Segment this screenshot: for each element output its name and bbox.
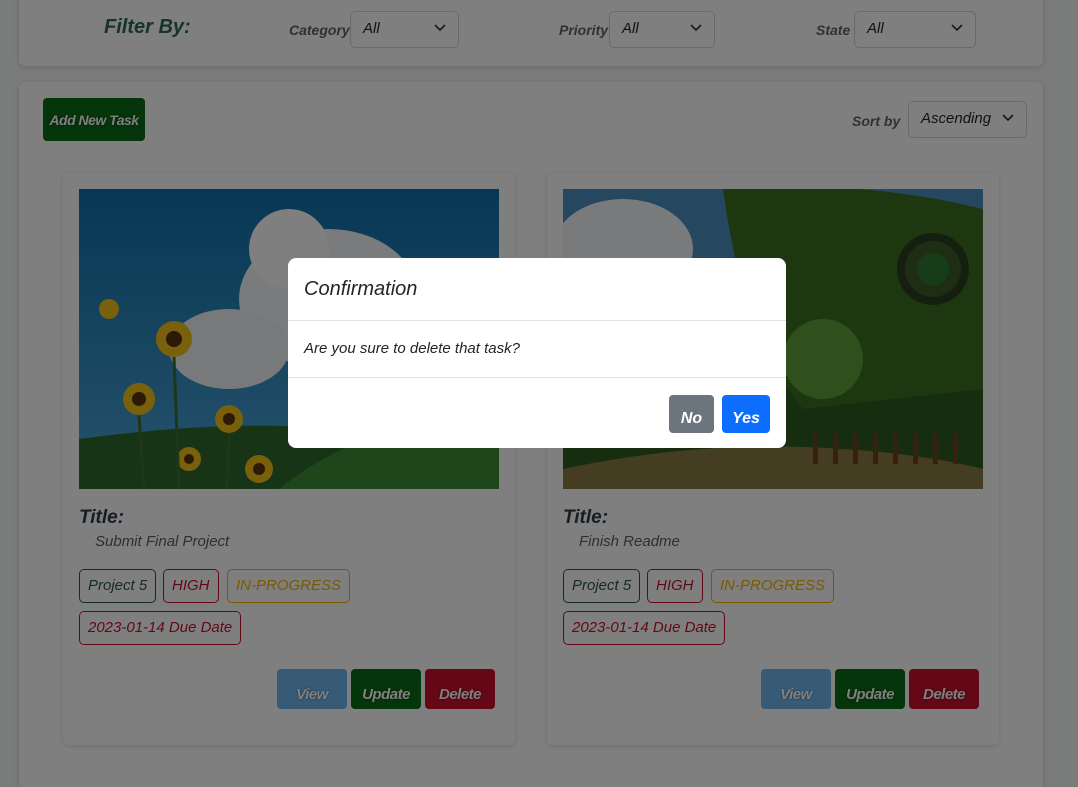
no-button[interactable]: No <box>669 395 714 433</box>
dialog-title: Confirmation <box>304 278 418 300</box>
dialog-message: Are you sure to delete that task? <box>304 340 520 357</box>
yes-button[interactable]: Yes <box>722 395 770 433</box>
dialog-header: Confirmation <box>288 258 786 321</box>
confirmation-dialog: Confirmation Are you sure to delete that… <box>288 258 786 448</box>
dialog-footer: No Yes <box>288 377 786 448</box>
